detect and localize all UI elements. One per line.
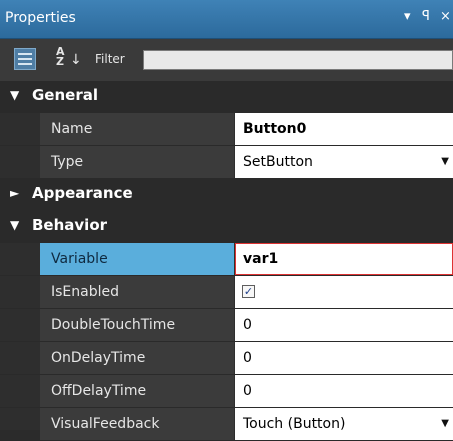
property-label[interactable]: OffDelayTime [40, 375, 234, 407]
property-label[interactable]: Type [40, 146, 234, 178]
property-value-offdelaytime[interactable]: 0 [235, 375, 453, 407]
property-value-ondelaytime[interactable]: 0 [235, 342, 453, 374]
property-row-ondelaytime: OnDelayTime 0 [0, 342, 453, 375]
property-row-variable: Variable var1 [0, 243, 453, 276]
property-row-visualfeedback: VisualFeedback Touch (Button) ▼ [0, 408, 453, 441]
category-label: Behavior [32, 216, 108, 234]
property-value-variable[interactable]: var1 [235, 243, 453, 275]
expand-toggle-icon[interactable]: ▼ [10, 88, 19, 102]
property-label[interactable]: IsEnabled [40, 276, 234, 308]
window-position-dropdown-icon[interactable]: ▾ [404, 9, 411, 24]
property-row-isenabled: IsEnabled ✓ [0, 276, 453, 309]
category-behavior[interactable]: ▼ Behavior [0, 211, 453, 243]
property-value-name[interactable]: Button0 [235, 113, 453, 145]
property-row-offdelaytime: OffDelayTime 0 [0, 375, 453, 408]
filter-label: Filter [95, 52, 125, 66]
type-select-value: SetButton [243, 154, 313, 170]
property-row-name: Name Button0 [0, 113, 453, 146]
dropdown-arrow-icon[interactable]: ▼ [441, 146, 449, 178]
expand-toggle-icon[interactable]: ▼ [10, 218, 19, 232]
property-label[interactable]: OnDelayTime [40, 342, 234, 374]
property-label[interactable]: Name [40, 113, 234, 145]
categorized-view-button[interactable] [14, 48, 36, 70]
property-value-doubletouchtime[interactable]: 0 [235, 309, 453, 341]
panel-title-bar: Properties ▾ ꟼ × [0, 0, 453, 39]
property-value-type[interactable]: SetButton ▼ [235, 146, 453, 178]
property-grid: ▼ General Name Button0 Type SetButton ▼ … [0, 81, 453, 441]
filter-input[interactable] [143, 50, 453, 70]
isenabled-checkbox[interactable]: ✓ [242, 285, 255, 298]
properties-toolbar: AZ ↓ Filter [0, 39, 453, 82]
category-appearance[interactable]: ► Appearance [0, 179, 453, 211]
close-icon[interactable]: × [440, 9, 451, 24]
dropdown-arrow-icon[interactable]: ▼ [441, 408, 449, 440]
category-general[interactable]: ▼ General [0, 81, 453, 113]
property-label[interactable]: Variable [40, 243, 234, 275]
property-value-isenabled[interactable]: ✓ [235, 276, 453, 308]
panel-title: Properties [5, 10, 76, 26]
category-label: General [32, 86, 98, 104]
pin-icon[interactable]: ꟼ [422, 9, 430, 24]
properties-panel: Properties ▾ ꟼ × AZ ↓ Filter ▼ General N… [0, 0, 453, 441]
property-row-type: Type SetButton ▼ [0, 146, 453, 179]
property-value-visualfeedback[interactable]: Touch (Button) ▼ [235, 408, 453, 440]
expand-toggle-icon[interactable]: ► [10, 186, 19, 200]
property-label[interactable]: VisualFeedback [40, 408, 234, 440]
property-row-doubletouchtime: DoubleTouchTime 0 [0, 309, 453, 342]
sort-arrow-icon: ↓ [70, 52, 82, 68]
category-label: Appearance [32, 184, 133, 202]
property-label[interactable]: DoubleTouchTime [40, 309, 234, 341]
